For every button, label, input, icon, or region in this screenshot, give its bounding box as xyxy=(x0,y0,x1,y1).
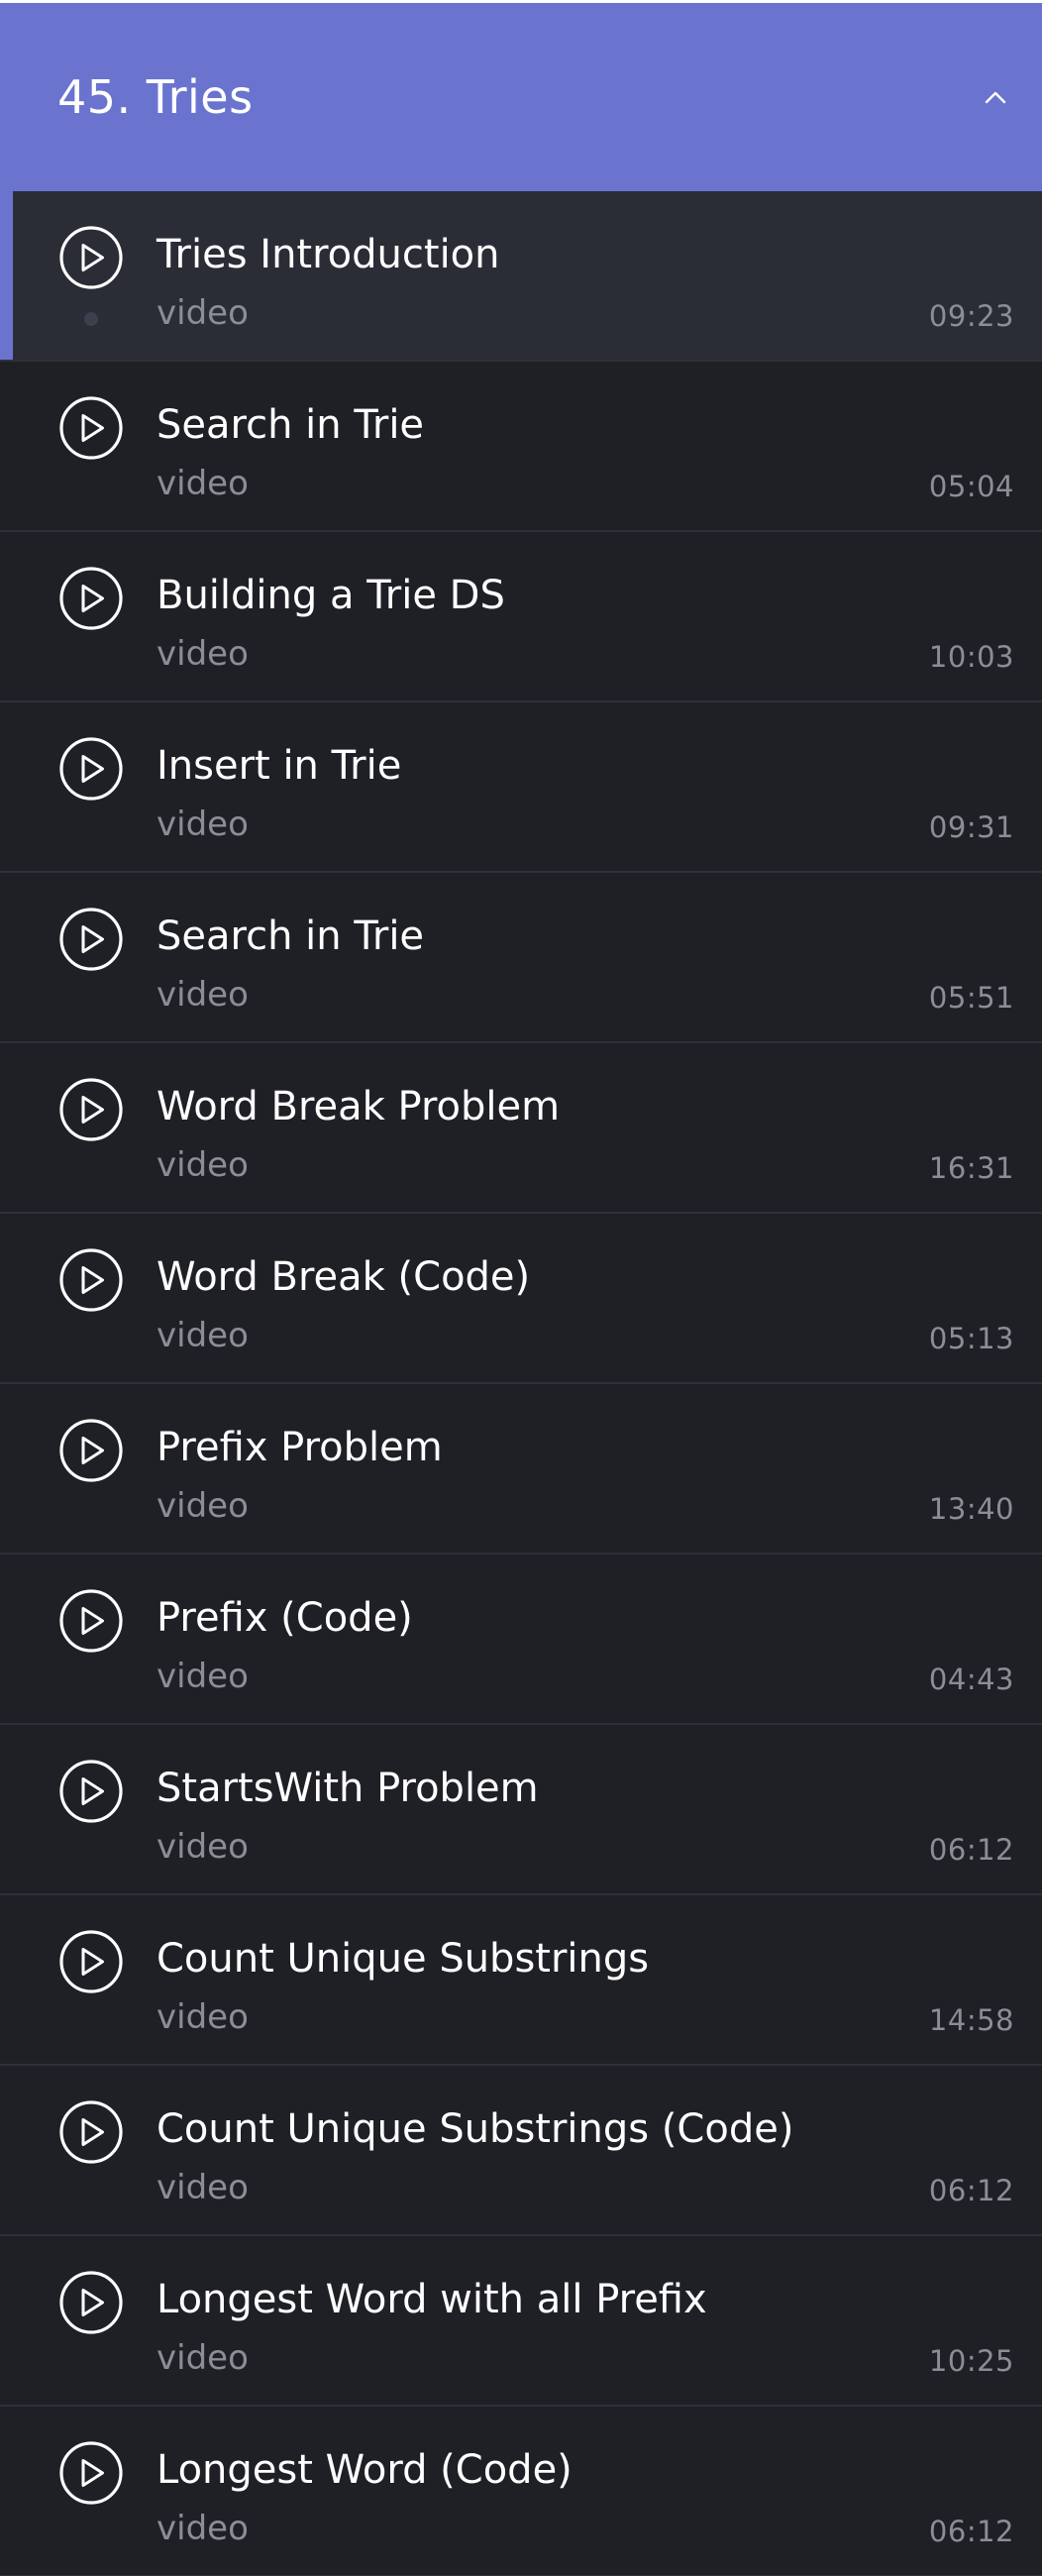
lecture-type: video xyxy=(156,464,249,503)
lecture-type: video xyxy=(156,293,249,333)
section-title: 45. Tries xyxy=(57,70,254,124)
lecture-item[interactable]: Longest Word with all Prefix video 10:25 xyxy=(0,2236,1042,2407)
lecture-item[interactable]: Search in Trie video 05:51 xyxy=(0,873,1042,1043)
lecture-type: video xyxy=(156,1997,249,2037)
lecture-type: video xyxy=(156,975,249,1015)
play-circle-icon[interactable] xyxy=(58,566,124,631)
lecture-title: Prefix Problem xyxy=(156,1425,443,1470)
lecture-item[interactable]: Longest Word (Code) video 06:12 xyxy=(0,2407,1042,2576)
lecture-type: video xyxy=(156,1827,249,1867)
lecture-duration: 10:25 xyxy=(928,2344,1014,2378)
lecture-type: video xyxy=(156,1486,249,1526)
play-circle-icon[interactable] xyxy=(58,2440,124,2506)
lecture-duration: 14:58 xyxy=(928,2003,1014,2037)
lecture-duration: 05:51 xyxy=(928,981,1014,1015)
lecture-duration: 06:12 xyxy=(928,1833,1014,1867)
lecture-title: Count Unique Substrings xyxy=(156,1936,650,1982)
lecture-title: Insert in Trie xyxy=(156,743,402,789)
lecture-type: video xyxy=(156,634,249,674)
lecture-title: Word Break Problem xyxy=(156,1084,561,1129)
lecture-duration: 04:43 xyxy=(928,1663,1014,1696)
lecture-title: Building a Trie DS xyxy=(156,573,505,618)
lecture-title: Search in Trie xyxy=(156,402,425,448)
play-circle-icon[interactable] xyxy=(58,2270,124,2335)
lecture-item[interactable]: StartsWith Problem video 06:12 xyxy=(0,1725,1042,1895)
lecture-item[interactable]: Prefix Problem video 13:40 xyxy=(0,1384,1042,1555)
lecture-title: Longest Word with all Prefix xyxy=(156,2277,707,2322)
lecture-title: Search in Trie xyxy=(156,913,425,959)
lecture-type: video xyxy=(156,805,249,844)
lecture-title: Count Unique Substrings (Code) xyxy=(156,2106,794,2152)
play-circle-icon[interactable] xyxy=(58,907,124,972)
lecture-duration: 05:04 xyxy=(928,470,1014,503)
lecture-item[interactable]: Tries Introduction video 09:23 xyxy=(0,191,1042,362)
lecture-title: Tries Introduction xyxy=(156,232,500,277)
chevron-up-icon[interactable] xyxy=(983,84,1008,110)
play-circle-icon[interactable] xyxy=(58,1247,124,1313)
active-indicator-bar xyxy=(0,191,13,360)
play-circle-icon[interactable] xyxy=(58,225,124,290)
progress-dot-icon xyxy=(84,312,98,326)
lecture-duration: 09:23 xyxy=(928,299,1014,333)
lecture-item[interactable]: Count Unique Substrings (Code) video 06:… xyxy=(0,2066,1042,2236)
lecture-duration: 06:12 xyxy=(928,2174,1014,2207)
lecture-type: video xyxy=(156,2168,249,2207)
play-circle-icon[interactable] xyxy=(58,1588,124,1654)
lecture-item[interactable]: Word Break (Code) video 05:13 xyxy=(0,1214,1042,1384)
lecture-duration: 10:03 xyxy=(928,640,1014,674)
lecture-title: Longest Word (Code) xyxy=(156,2447,573,2493)
lecture-item[interactable]: Count Unique Substrings video 14:58 xyxy=(0,1895,1042,2066)
lecture-duration: 16:31 xyxy=(928,1151,1014,1185)
lecture-duration: 06:12 xyxy=(928,2515,1014,2548)
lecture-item[interactable]: Building a Trie DS video 10:03 xyxy=(0,532,1042,702)
lecture-item[interactable]: Insert in Trie video 09:31 xyxy=(0,702,1042,873)
lecture-duration: 13:40 xyxy=(928,1492,1014,1526)
lecture-duration: 05:13 xyxy=(928,1322,1014,1355)
lecture-item[interactable]: Search in Trie video 05:04 xyxy=(0,362,1042,532)
lecture-type: video xyxy=(156,2509,249,2548)
play-circle-icon[interactable] xyxy=(58,1929,124,1994)
play-circle-icon[interactable] xyxy=(58,736,124,802)
lecture-title: StartsWith Problem xyxy=(156,1766,539,1811)
lecture-duration: 09:31 xyxy=(928,810,1014,844)
course-section-panel: 45. Tries Tries Introduction video 09:23… xyxy=(0,3,1042,2576)
lecture-title: Word Break (Code) xyxy=(156,1254,531,1300)
lecture-list: Tries Introduction video 09:23 Search in… xyxy=(0,191,1042,2576)
lecture-type: video xyxy=(156,1657,249,1696)
play-circle-icon[interactable] xyxy=(58,1418,124,1483)
section-header[interactable]: 45. Tries xyxy=(0,3,1042,191)
play-circle-icon[interactable] xyxy=(58,2099,124,2165)
lecture-type: video xyxy=(156,1316,249,1355)
play-circle-icon[interactable] xyxy=(58,395,124,461)
play-circle-icon[interactable] xyxy=(58,1759,124,1824)
lecture-item[interactable]: Word Break Problem video 16:31 xyxy=(0,1043,1042,1214)
lecture-type: video xyxy=(156,2338,249,2378)
lecture-type: video xyxy=(156,1145,249,1185)
play-circle-icon[interactable] xyxy=(58,1077,124,1142)
lecture-title: Prefix (Code) xyxy=(156,1595,413,1641)
lecture-item[interactable]: Prefix (Code) video 04:43 xyxy=(0,1555,1042,1725)
